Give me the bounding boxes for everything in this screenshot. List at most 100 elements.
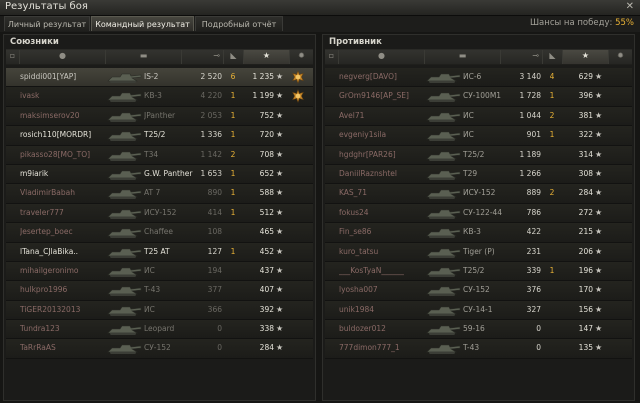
kills-column-icon[interactable]: ◣: [543, 50, 563, 64]
player-name: Tundra123: [20, 324, 60, 334]
close-icon[interactable]: ✕: [626, 1, 634, 12]
star-icon: ★: [276, 149, 284, 159]
tab-personal-result[interactable]: Личный результат: [4, 16, 90, 31]
xp-value: 437: [259, 265, 274, 275]
player-name: VladimirBabah: [20, 188, 75, 198]
table-row[interactable]: spiddi001[YAP] IS-2 2 520 6 1 235 ★: [6, 68, 313, 88]
table-row[interactable]: m9iarik G.W. Panther 1 653 1 652 ★: [6, 164, 313, 185]
tab-team-result[interactable]: Командный результат: [91, 16, 194, 31]
table-row[interactable]: kuro_tatsu Tiger (P) 231 206 ★: [325, 242, 632, 262]
damage-value: 0: [217, 343, 222, 353]
kills-column-icon[interactable]: ◣: [224, 50, 244, 64]
table-row[interactable]: pikasso28[MO_TO] T34 1 142 2 708 ★: [6, 145, 313, 165]
damage-value: 1 336: [200, 130, 222, 140]
table-row[interactable]: lyosha007 СУ-152 376 170 ★: [325, 281, 632, 301]
damage-value: 1 266: [519, 168, 541, 178]
table-row[interactable]: ___KosTyaN______ T25/2 339 1 196 ★: [325, 261, 632, 282]
table-row[interactable]: Tundra123 Leopard 0 338 ★: [6, 320, 313, 340]
tank-silhouette-icon: [425, 226, 461, 239]
damage-value: 108: [207, 227, 222, 237]
table-row[interactable]: VladimirBabah AT 7 890 1 588 ★: [6, 184, 313, 204]
star-icon: ★: [595, 324, 603, 334]
tank-silhouette-icon: [425, 90, 461, 103]
tank-silhouette-icon: [106, 207, 142, 220]
star-icon: ★: [276, 207, 284, 217]
damage-value: 376: [526, 285, 541, 295]
tank-silhouette-icon: [106, 323, 142, 336]
star-icon: ★: [276, 168, 284, 178]
table-row[interactable]: rosich110[MORDR] T25/2 1 336 1 720 ★: [6, 126, 313, 146]
table-row[interactable]: GrOm9146[AP_SE] СУ-100М1 1 728 1 396 ★: [325, 87, 632, 107]
tank-silhouette-icon: [106, 90, 142, 103]
damage-value: 3 140: [519, 72, 541, 81]
table-row[interactable]: hulkpro1996 T-43 377 407 ★: [6, 281, 313, 301]
star-icon: ★: [276, 188, 284, 198]
tank-silhouette-icon: [106, 226, 142, 239]
table-row[interactable]: traveler777 ИСУ-152 414 1 512 ★: [6, 203, 313, 224]
table-row[interactable]: 777dimon777_1 T-43 0 135 ★: [325, 339, 632, 359]
table-row[interactable]: lTana_CJlaBika.. T25 AT 127 1 452 ★: [6, 242, 313, 262]
xp-value: 708: [259, 149, 274, 159]
damage-value: 0: [536, 324, 541, 334]
xp-column-icon[interactable]: ★: [563, 50, 609, 64]
player-column-icon[interactable]: ●: [339, 50, 425, 64]
star-icon: ★: [595, 246, 603, 256]
player-name: evgeniy1sila: [339, 130, 387, 140]
xp-value: 392: [259, 304, 274, 314]
table-row[interactable]: Avel71 ИС 1 044 2 381 ★: [325, 106, 632, 127]
table-row[interactable]: evgeniy1sila ИС 901 1 322 ★: [325, 126, 632, 146]
tank-silhouette-icon: [425, 149, 461, 162]
xp-value: 206: [578, 246, 593, 256]
tank-silhouette-icon: [106, 284, 142, 297]
allies-panel: Союзники ▫ ● ▬ ⊸ ◣ ★ ✹ spiddi001[YAP] IS-…: [3, 34, 316, 401]
kills-value: 1: [230, 110, 236, 120]
star-icon: ★: [276, 265, 284, 275]
player-name: DaniilRaznshtel: [339, 168, 398, 178]
table-row[interactable]: ivask КВ-3 4 220 1 1 199 ★: [6, 87, 313, 107]
kills-value: 1: [230, 207, 236, 217]
xp-column-icon[interactable]: ★: [244, 50, 290, 64]
tank-column-icon[interactable]: ▬: [425, 50, 501, 64]
table-row[interactable]: fokus24 СУ-122-44 786 272 ★: [325, 203, 632, 224]
table-row[interactable]: TaRrRaAS СУ-152 0 284 ★: [6, 339, 313, 359]
damage-value: 327: [526, 304, 541, 314]
medals-column-icon[interactable]: ✹: [290, 50, 313, 64]
damage-column-icon[interactable]: ⊸: [501, 50, 543, 64]
table-row[interactable]: unik1984 СУ-14-1 327 156 ★: [325, 300, 632, 321]
tank-column-icon[interactable]: ▬: [106, 50, 182, 64]
tank-silhouette-icon: [106, 342, 142, 355]
xp-value: 1 235: [252, 72, 274, 81]
table-row[interactable]: maksimserov20 JPanther 2 053 1 752 ★: [6, 106, 313, 127]
medal-icon[interactable]: [291, 89, 305, 104]
tab-detailed-report[interactable]: Подробный отчёт: [195, 16, 283, 31]
squad-column-icon[interactable]: ▫: [6, 50, 20, 64]
damage-value: 127: [207, 246, 222, 256]
table-row[interactable]: KAS_71 ИСУ-152 889 2 284 ★: [325, 184, 632, 204]
tank-silhouette-icon: [425, 71, 461, 84]
star-icon: ★: [595, 265, 603, 275]
star-icon: ★: [595, 91, 603, 101]
medals-column-icon[interactable]: ✹: [609, 50, 632, 64]
table-row[interactable]: Fin_se86 КВ-3 422 215 ★: [325, 223, 632, 243]
player-name: lTana_CJlaBika..: [20, 246, 79, 256]
squad-column-icon[interactable]: ▫: [325, 50, 339, 64]
table-row[interactable]: hgdghr[PAR26] T25/2 1 189 314 ★: [325, 145, 632, 165]
damage-column-icon[interactable]: ⊸: [182, 50, 224, 64]
star-icon: ★: [595, 149, 603, 159]
tank-silhouette-icon: [425, 304, 461, 317]
player-name: Avel71: [339, 110, 365, 120]
table-row[interactable]: DaniilRaznshtel T29 1 266 308 ★: [325, 164, 632, 185]
win-chance-label: Шансы на победу:: [529, 18, 613, 28]
table-row[interactable]: negverg[DAVO] ИС-6 3 140 4 629 ★: [325, 68, 632, 88]
xp-value: 752: [259, 110, 274, 120]
table-row[interactable]: TiGER20132013 ИС 366 392 ★: [6, 300, 313, 321]
player-name: GrOm9146[AP_SE]: [339, 91, 409, 101]
table-row[interactable]: mihailgeronimo ИС 194 437 ★: [6, 261, 313, 282]
tank-silhouette-icon: [425, 168, 461, 181]
medal-icon[interactable]: [291, 70, 305, 84]
player-name: pikasso28[MO_TO]: [20, 149, 91, 159]
table-row[interactable]: Jesertep_boec Chaffee 108 465 ★: [6, 223, 313, 243]
star-icon: ★: [276, 324, 284, 334]
player-column-icon[interactable]: ●: [20, 50, 106, 64]
table-row[interactable]: buldozer012 59-16 0 147 ★: [325, 320, 632, 340]
